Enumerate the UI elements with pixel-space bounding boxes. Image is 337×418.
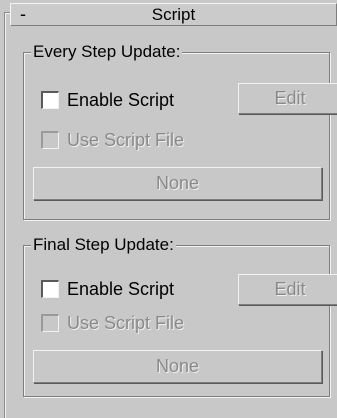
enable-script-label[interactable]: Enable Script bbox=[67, 277, 174, 301]
use-script-file-label[interactable]: Use Script File bbox=[67, 128, 184, 152]
group-title: Every Step Update: bbox=[31, 42, 183, 62]
edit-button[interactable]: Edit bbox=[238, 274, 337, 305]
script-file-button[interactable]: None bbox=[33, 167, 322, 200]
edit-button[interactable]: Edit bbox=[238, 83, 337, 114]
group-title: Final Step Update: bbox=[31, 235, 176, 255]
final-step-update-group: Final Step Update: Enable Script Edit Us… bbox=[23, 235, 337, 397]
use-script-file-label[interactable]: Use Script File bbox=[67, 311, 184, 335]
script-file-button[interactable]: None bbox=[33, 350, 322, 383]
use-script-file-row: Use Script File bbox=[41, 311, 330, 337]
script-rollout-header[interactable]: - Script bbox=[10, 3, 337, 26]
enable-script-checkbox[interactable] bbox=[41, 91, 59, 109]
use-script-file-checkbox[interactable] bbox=[41, 131, 59, 149]
rollout-bracket bbox=[4, 12, 10, 418]
enable-script-checkbox[interactable] bbox=[41, 280, 59, 298]
rollout-title[interactable]: Script bbox=[11, 4, 336, 25]
use-script-file-row: Use Script File bbox=[41, 128, 330, 154]
every-step-update-group: Every Step Update: Enable Script Edit Us… bbox=[23, 42, 337, 220]
enable-script-label[interactable]: Enable Script bbox=[67, 88, 174, 112]
use-script-file-checkbox[interactable] bbox=[41, 314, 59, 332]
